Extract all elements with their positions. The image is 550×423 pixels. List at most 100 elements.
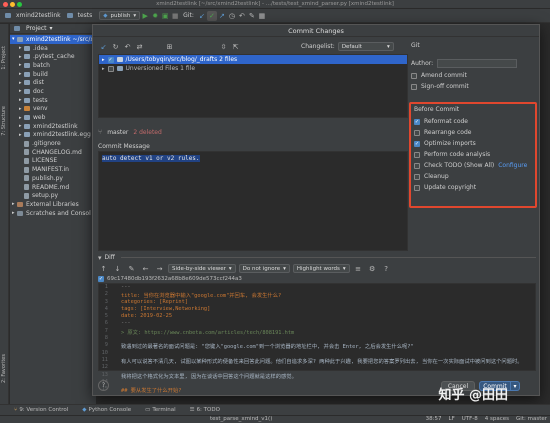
tree-item[interactable]: ▸ web (10, 113, 96, 122)
tab-python-console[interactable]: ◆ Python Console (82, 407, 131, 413)
line-separator[interactable]: LF (449, 416, 455, 422)
tree-item[interactable]: ▸ .idea (10, 44, 96, 53)
amend-commit-option[interactable]: Amend commit (411, 70, 539, 81)
tab-todo[interactable]: ☰ 6: TODO (190, 407, 220, 413)
project-structure-icon[interactable]: ▦ (257, 11, 267, 21)
stop-icon[interactable]: ■ (170, 11, 180, 21)
tree-item[interactable]: ▸ venv (10, 105, 96, 114)
option-checkbox[interactable] (414, 129, 420, 136)
tab-terminal[interactable]: ▭ Terminal (145, 407, 175, 413)
prev-diff-icon[interactable]: ↑ (98, 263, 109, 274)
gear-icon[interactable]: ⚙ (367, 263, 378, 274)
before-commit-option[interactable]: Perform code analysis (414, 149, 532, 160)
tab-structure[interactable]: 7: Structure (1, 106, 7, 136)
before-commit-option[interactable]: ✓ Optimize imports (414, 138, 532, 149)
tree-item[interactable]: ▸ batch (10, 61, 96, 70)
change-row[interactable]: ▸ ✓ /Users/tobyqin/src/blog/_drafts 2 file… (99, 55, 407, 64)
help-button[interactable]: ? (98, 380, 109, 391)
before-commit-option[interactable]: Rearrange code (414, 127, 532, 138)
tree-item[interactable]: publish.py (10, 174, 96, 183)
change-row[interactable]: ▸ Unversioned Files 1 file (99, 64, 407, 73)
caret-position[interactable]: 38:57 (426, 416, 442, 422)
author-input[interactable] (437, 59, 518, 68)
option-checkbox[interactable]: ✓ (414, 140, 420, 147)
diff-code-view[interactable]: 1 --- 2 title: 当你在浏览器中输入"google.com"并回车, 会发… (98, 283, 536, 393)
change-checkbox[interactable] (107, 65, 114, 72)
include-diff-checkbox[interactable]: ✓ (98, 276, 104, 282)
prev-file-icon[interactable]: ← (140, 263, 151, 274)
collapse-all-icon[interactable]: ⇱ (230, 41, 241, 52)
tree-item[interactable]: setup.py (10, 191, 96, 200)
tab-favorites[interactable]: 2: Favorites (1, 354, 7, 383)
option-checkbox[interactable] (414, 162, 420, 169)
diff-ignore-select[interactable]: Do not ignore ▾ (238, 264, 290, 273)
change-checkbox[interactable]: ✓ (107, 56, 114, 63)
changelist-select[interactable]: Default ▾ (337, 42, 394, 51)
tree-item[interactable]: ▸ Scratches and Consol (10, 209, 96, 218)
git-branch-status[interactable]: Git: master (516, 416, 547, 422)
compare-icon[interactable]: ↙ (98, 41, 109, 52)
before-commit-option[interactable]: Cleanup (414, 171, 532, 182)
tree-item[interactable]: ▸ tests (10, 96, 96, 105)
tree-item[interactable]: ▸ dist (10, 78, 96, 87)
tab-project[interactable]: 1: Project (1, 46, 7, 70)
tree-item[interactable]: MANIFEST.in (10, 165, 96, 174)
chevron-down-icon: ▾ (133, 12, 137, 19)
tree-item[interactable]: ▸ .pytest_cache (10, 52, 96, 61)
tree-item[interactable]: ▸ build (10, 70, 96, 79)
breadcrumb-project[interactable]: xmind2testlink (2, 12, 64, 19)
tree-item[interactable]: ▸ xmind2testlink (10, 122, 96, 131)
breadcrumb-tests[interactable]: tests (64, 12, 96, 19)
commit-options-dropdown[interactable]: ▾ (511, 381, 520, 391)
coverage-icon[interactable]: ▣ (160, 11, 170, 21)
next-file-icon[interactable]: → (154, 263, 165, 274)
run-config-select[interactable]: ◆ publish ▾ (99, 11, 141, 20)
tree-item[interactable]: ▸ xmind2testlink.egg (10, 131, 96, 140)
signoff-option[interactable]: Sign-off commit (411, 81, 539, 92)
next-diff-icon[interactable]: ↓ (112, 263, 123, 274)
jump-source-icon[interactable]: ✎ (126, 263, 137, 274)
signoff-checkbox[interactable] (411, 83, 417, 90)
group-by-icon[interactable]: ⊞ (164, 41, 175, 52)
before-commit-option[interactable]: ✓ Reformat code (414, 116, 532, 127)
commit-message-input[interactable]: auto detect v1 or v2 rules. (98, 151, 408, 251)
tab-version-control[interactable]: ⑂ 9: Version Control (14, 407, 68, 413)
tree-item[interactable]: README.md (10, 183, 96, 192)
file-encoding[interactable]: UTF-8 (462, 416, 478, 422)
expand-all-icon[interactable]: ⇳ (218, 41, 229, 52)
expand-arrow-icon[interactable]: ▸ (102, 66, 105, 72)
vcs-push-icon[interactable]: ↗ (217, 11, 227, 21)
settings-wrench-icon[interactable]: ✎ (247, 11, 257, 21)
before-commit-option[interactable]: Check TODO (Show All) Configure (414, 160, 532, 171)
indent-setting[interactable]: 4 spaces (485, 416, 509, 422)
vcs-revert-icon[interactable]: ↶ (237, 11, 247, 21)
option-checkbox[interactable] (414, 184, 420, 191)
rollback-icon[interactable]: ↶ (122, 41, 133, 52)
diff-viewer-select[interactable]: Side-by-side viewer ▾ (168, 264, 236, 273)
vcs-commit-icon[interactable]: ✓ (206, 10, 217, 21)
debug-icon[interactable]: ✹ (150, 11, 160, 21)
amend-checkbox[interactable] (411, 72, 417, 79)
collapse-unchanged-icon[interactable]: ≡ (353, 263, 364, 274)
diff-icon[interactable]: ⇄ (134, 41, 145, 52)
before-commit-option[interactable]: Update copyright (414, 182, 532, 193)
tree-item[interactable]: ▾ xmind2testlink ~/src/x (10, 35, 96, 44)
option-checkbox[interactable]: ✓ (414, 118, 420, 125)
configure-link[interactable]: Configure (498, 162, 527, 169)
option-checkbox[interactable] (414, 151, 420, 158)
vcs-history-icon[interactable]: ◷ (227, 11, 237, 21)
project-panel-header[interactable]: Project ▾ (10, 24, 96, 34)
run-icon[interactable]: ▶ (140, 11, 150, 21)
tree-item[interactable]: CHANGELOG.md (10, 148, 96, 157)
vcs-update-icon[interactable]: ↙ (197, 11, 207, 21)
help-icon[interactable]: ? (381, 263, 392, 274)
tree-item[interactable]: LICENSE (10, 157, 96, 166)
tree-item[interactable]: .gitignore (10, 139, 96, 148)
diff-header[interactable]: ▾ Diff (98, 253, 536, 262)
refresh-icon[interactable]: ↻ (110, 41, 121, 52)
expand-arrow-icon[interactable]: ▸ (102, 57, 105, 63)
tree-item[interactable]: ▸ External Libraries (10, 200, 96, 209)
diff-highlight-select[interactable]: Highlight words ▾ (292, 264, 350, 273)
tree-item[interactable]: ▸ doc (10, 87, 96, 96)
option-checkbox[interactable] (414, 173, 420, 180)
